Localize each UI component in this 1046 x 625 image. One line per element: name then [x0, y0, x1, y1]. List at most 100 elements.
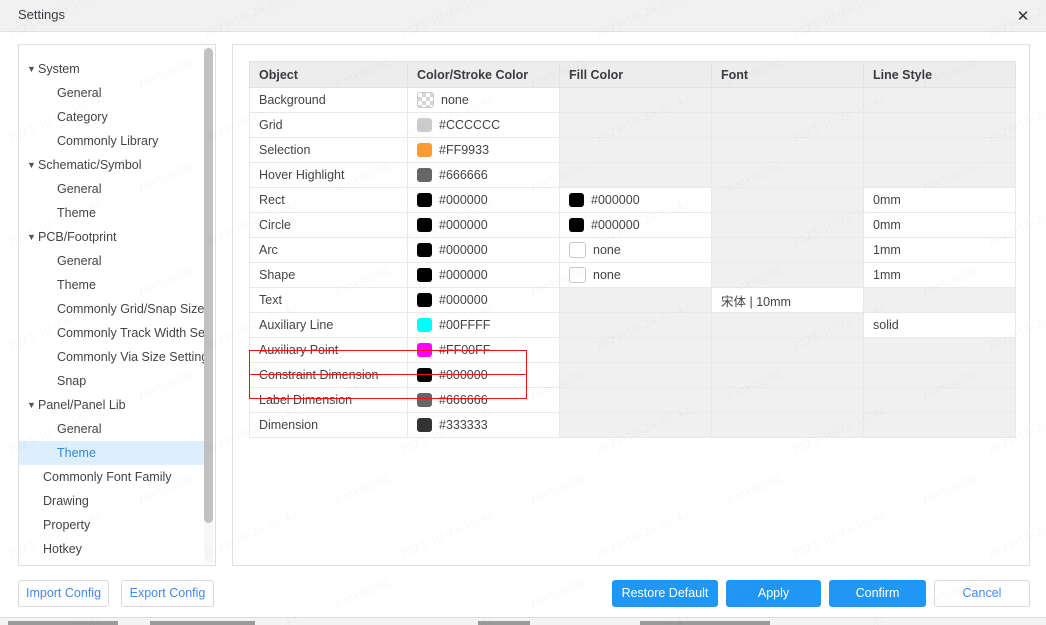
apply-button[interactable]: Apply: [726, 580, 821, 607]
sidebar-item-snap[interactable]: Snap: [19, 369, 205, 393]
table-row[interactable]: Arc #000000 none 1mm: [249, 237, 1016, 263]
color-swatch[interactable]: [417, 318, 432, 332]
color-swatch[interactable]: [417, 118, 432, 132]
sidebar-item-theme[interactable]: Theme: [19, 273, 205, 297]
column-header-object[interactable]: Object: [249, 61, 408, 88]
sidebar-item-general[interactable]: General: [19, 177, 205, 201]
table-row[interactable]: Dimension #333333: [249, 412, 1016, 438]
column-header-color[interactable]: Color/Stroke Color: [407, 61, 560, 88]
table-row[interactable]: Circle #000000 #000000 0mm: [249, 212, 1016, 238]
color-swatch[interactable]: [569, 267, 586, 283]
cell-color[interactable]: none: [407, 87, 560, 113]
color-swatch[interactable]: [417, 343, 432, 357]
sidebar-item-commonly-font-family[interactable]: Commonly Font Family: [19, 465, 205, 489]
sidebar-item-theme[interactable]: Theme: [19, 441, 205, 465]
table-row[interactable]: Label Dimension #666666: [249, 387, 1016, 413]
cell-object[interactable]: Circle: [249, 212, 408, 238]
cell-color[interactable]: #333333: [407, 412, 560, 438]
restore-default-button[interactable]: Restore Default: [612, 580, 718, 607]
sidebar-item-schematic-symbol[interactable]: ▼ Schematic/Symbol: [19, 153, 205, 177]
cell-object[interactable]: Selection: [249, 137, 408, 163]
cell-color[interactable]: #666666: [407, 162, 560, 188]
table-row[interactable]: Grid #CCCCCC: [249, 112, 1016, 138]
sidebar-item-commonly-track-width-setting[interactable]: Commonly Track Width Setting: [19, 321, 205, 345]
cell-line[interactable]: 1mm: [863, 262, 1016, 288]
table-row[interactable]: Selection #FF9933: [249, 137, 1016, 163]
cell-object[interactable]: Auxiliary Line: [249, 312, 408, 338]
cell-line[interactable]: 1mm: [863, 237, 1016, 263]
color-swatch[interactable]: [417, 193, 432, 207]
column-header-fill[interactable]: Fill Color: [559, 61, 712, 88]
cell-object[interactable]: Grid: [249, 112, 408, 138]
color-swatch[interactable]: [417, 143, 432, 157]
column-header-font[interactable]: Font: [711, 61, 864, 88]
cell-line[interactable]: solid: [863, 312, 1016, 338]
chevron-down-icon[interactable]: ▼: [27, 225, 38, 249]
sidebar-item-commonly-grid-snap-size-setting[interactable]: Commonly Grid/Snap Size Setting: [19, 297, 205, 321]
table-row[interactable]: Rect #000000 #000000 0mm: [249, 187, 1016, 213]
table-row[interactable]: Constraint Dimension #000000: [249, 362, 1016, 388]
color-swatch[interactable]: [569, 242, 586, 258]
sidebar-item-commonly-via-size-setting[interactable]: Commonly Via Size Setting: [19, 345, 205, 369]
sidebar-item-panel-panel-lib[interactable]: ▼ Panel/Panel Lib: [19, 393, 205, 417]
color-swatch[interactable]: [569, 193, 584, 207]
cell-color[interactable]: #000000: [407, 237, 560, 263]
cell-line[interactable]: 0mm: [863, 212, 1016, 238]
color-swatch[interactable]: [417, 218, 432, 232]
table-row[interactable]: Hover Highlight #666666: [249, 162, 1016, 188]
export-config-button[interactable]: Export Config: [121, 580, 214, 607]
cell-color[interactable]: #000000: [407, 212, 560, 238]
table-row[interactable]: Text #000000 宋体 | 10mm: [249, 287, 1016, 313]
cell-color[interactable]: #00FFFF: [407, 312, 560, 338]
sidebar-item-drawing[interactable]: Drawing: [19, 489, 205, 513]
close-icon[interactable]: ✕: [1000, 0, 1046, 31]
color-swatch[interactable]: [417, 243, 432, 257]
cell-object[interactable]: Constraint Dimension: [249, 362, 408, 388]
cell-color[interactable]: #FF9933: [407, 137, 560, 163]
color-swatch[interactable]: [417, 92, 434, 108]
table-row[interactable]: Auxiliary Point #FF00FF: [249, 337, 1016, 363]
cell-font[interactable]: 宋体 | 10mm: [711, 287, 864, 313]
sidebar-item-property[interactable]: Property: [19, 513, 205, 537]
cell-color[interactable]: #000000: [407, 362, 560, 388]
color-swatch[interactable]: [417, 418, 432, 432]
table-row[interactable]: Auxiliary Line #00FFFF solid: [249, 312, 1016, 338]
color-swatch[interactable]: [417, 368, 432, 382]
cell-color[interactable]: #000000: [407, 287, 560, 313]
cell-object[interactable]: Dimension: [249, 412, 408, 438]
cell-fill[interactable]: #000000: [559, 187, 712, 213]
cell-object[interactable]: Text: [249, 287, 408, 313]
sidebar-scrollbar-thumb[interactable]: [204, 48, 213, 523]
cell-object[interactable]: Hover Highlight: [249, 162, 408, 188]
sidebar-item-general[interactable]: General: [19, 249, 205, 273]
cell-color[interactable]: #000000: [407, 262, 560, 288]
cell-color[interactable]: #CCCCCC: [407, 112, 560, 138]
sidebar-item-general[interactable]: General: [19, 81, 205, 105]
sidebar-item-general[interactable]: General: [19, 417, 205, 441]
cell-object[interactable]: Label Dimension: [249, 387, 408, 413]
cell-object[interactable]: Background: [249, 87, 408, 113]
cell-fill[interactable]: none: [559, 262, 712, 288]
chevron-down-icon[interactable]: ▼: [27, 57, 38, 81]
chevron-down-icon[interactable]: ▼: [27, 393, 38, 417]
cell-object[interactable]: Rect: [249, 187, 408, 213]
cell-object[interactable]: Auxiliary Point: [249, 337, 408, 363]
color-swatch[interactable]: [417, 268, 432, 282]
cancel-button[interactable]: Cancel: [934, 580, 1030, 607]
cell-color[interactable]: #000000: [407, 187, 560, 213]
cell-color[interactable]: #666666: [407, 387, 560, 413]
color-swatch[interactable]: [417, 393, 432, 407]
cell-object[interactable]: Arc: [249, 237, 408, 263]
cell-line[interactable]: 0mm: [863, 187, 1016, 213]
cell-fill[interactable]: #000000: [559, 212, 712, 238]
chevron-down-icon[interactable]: ▼: [27, 153, 38, 177]
color-swatch[interactable]: [417, 293, 432, 307]
color-swatch[interactable]: [417, 168, 432, 182]
sidebar-item-category[interactable]: Category: [19, 105, 205, 129]
sidebar-item-system[interactable]: ▼ System: [19, 57, 205, 81]
table-row[interactable]: Shape #000000 none 1mm: [249, 262, 1016, 288]
sidebar-item-theme[interactable]: Theme: [19, 201, 205, 225]
color-swatch[interactable]: [569, 218, 584, 232]
column-header-linestyle[interactable]: Line Style: [863, 61, 1016, 88]
sidebar-item-commonly-library[interactable]: Commonly Library: [19, 129, 205, 153]
